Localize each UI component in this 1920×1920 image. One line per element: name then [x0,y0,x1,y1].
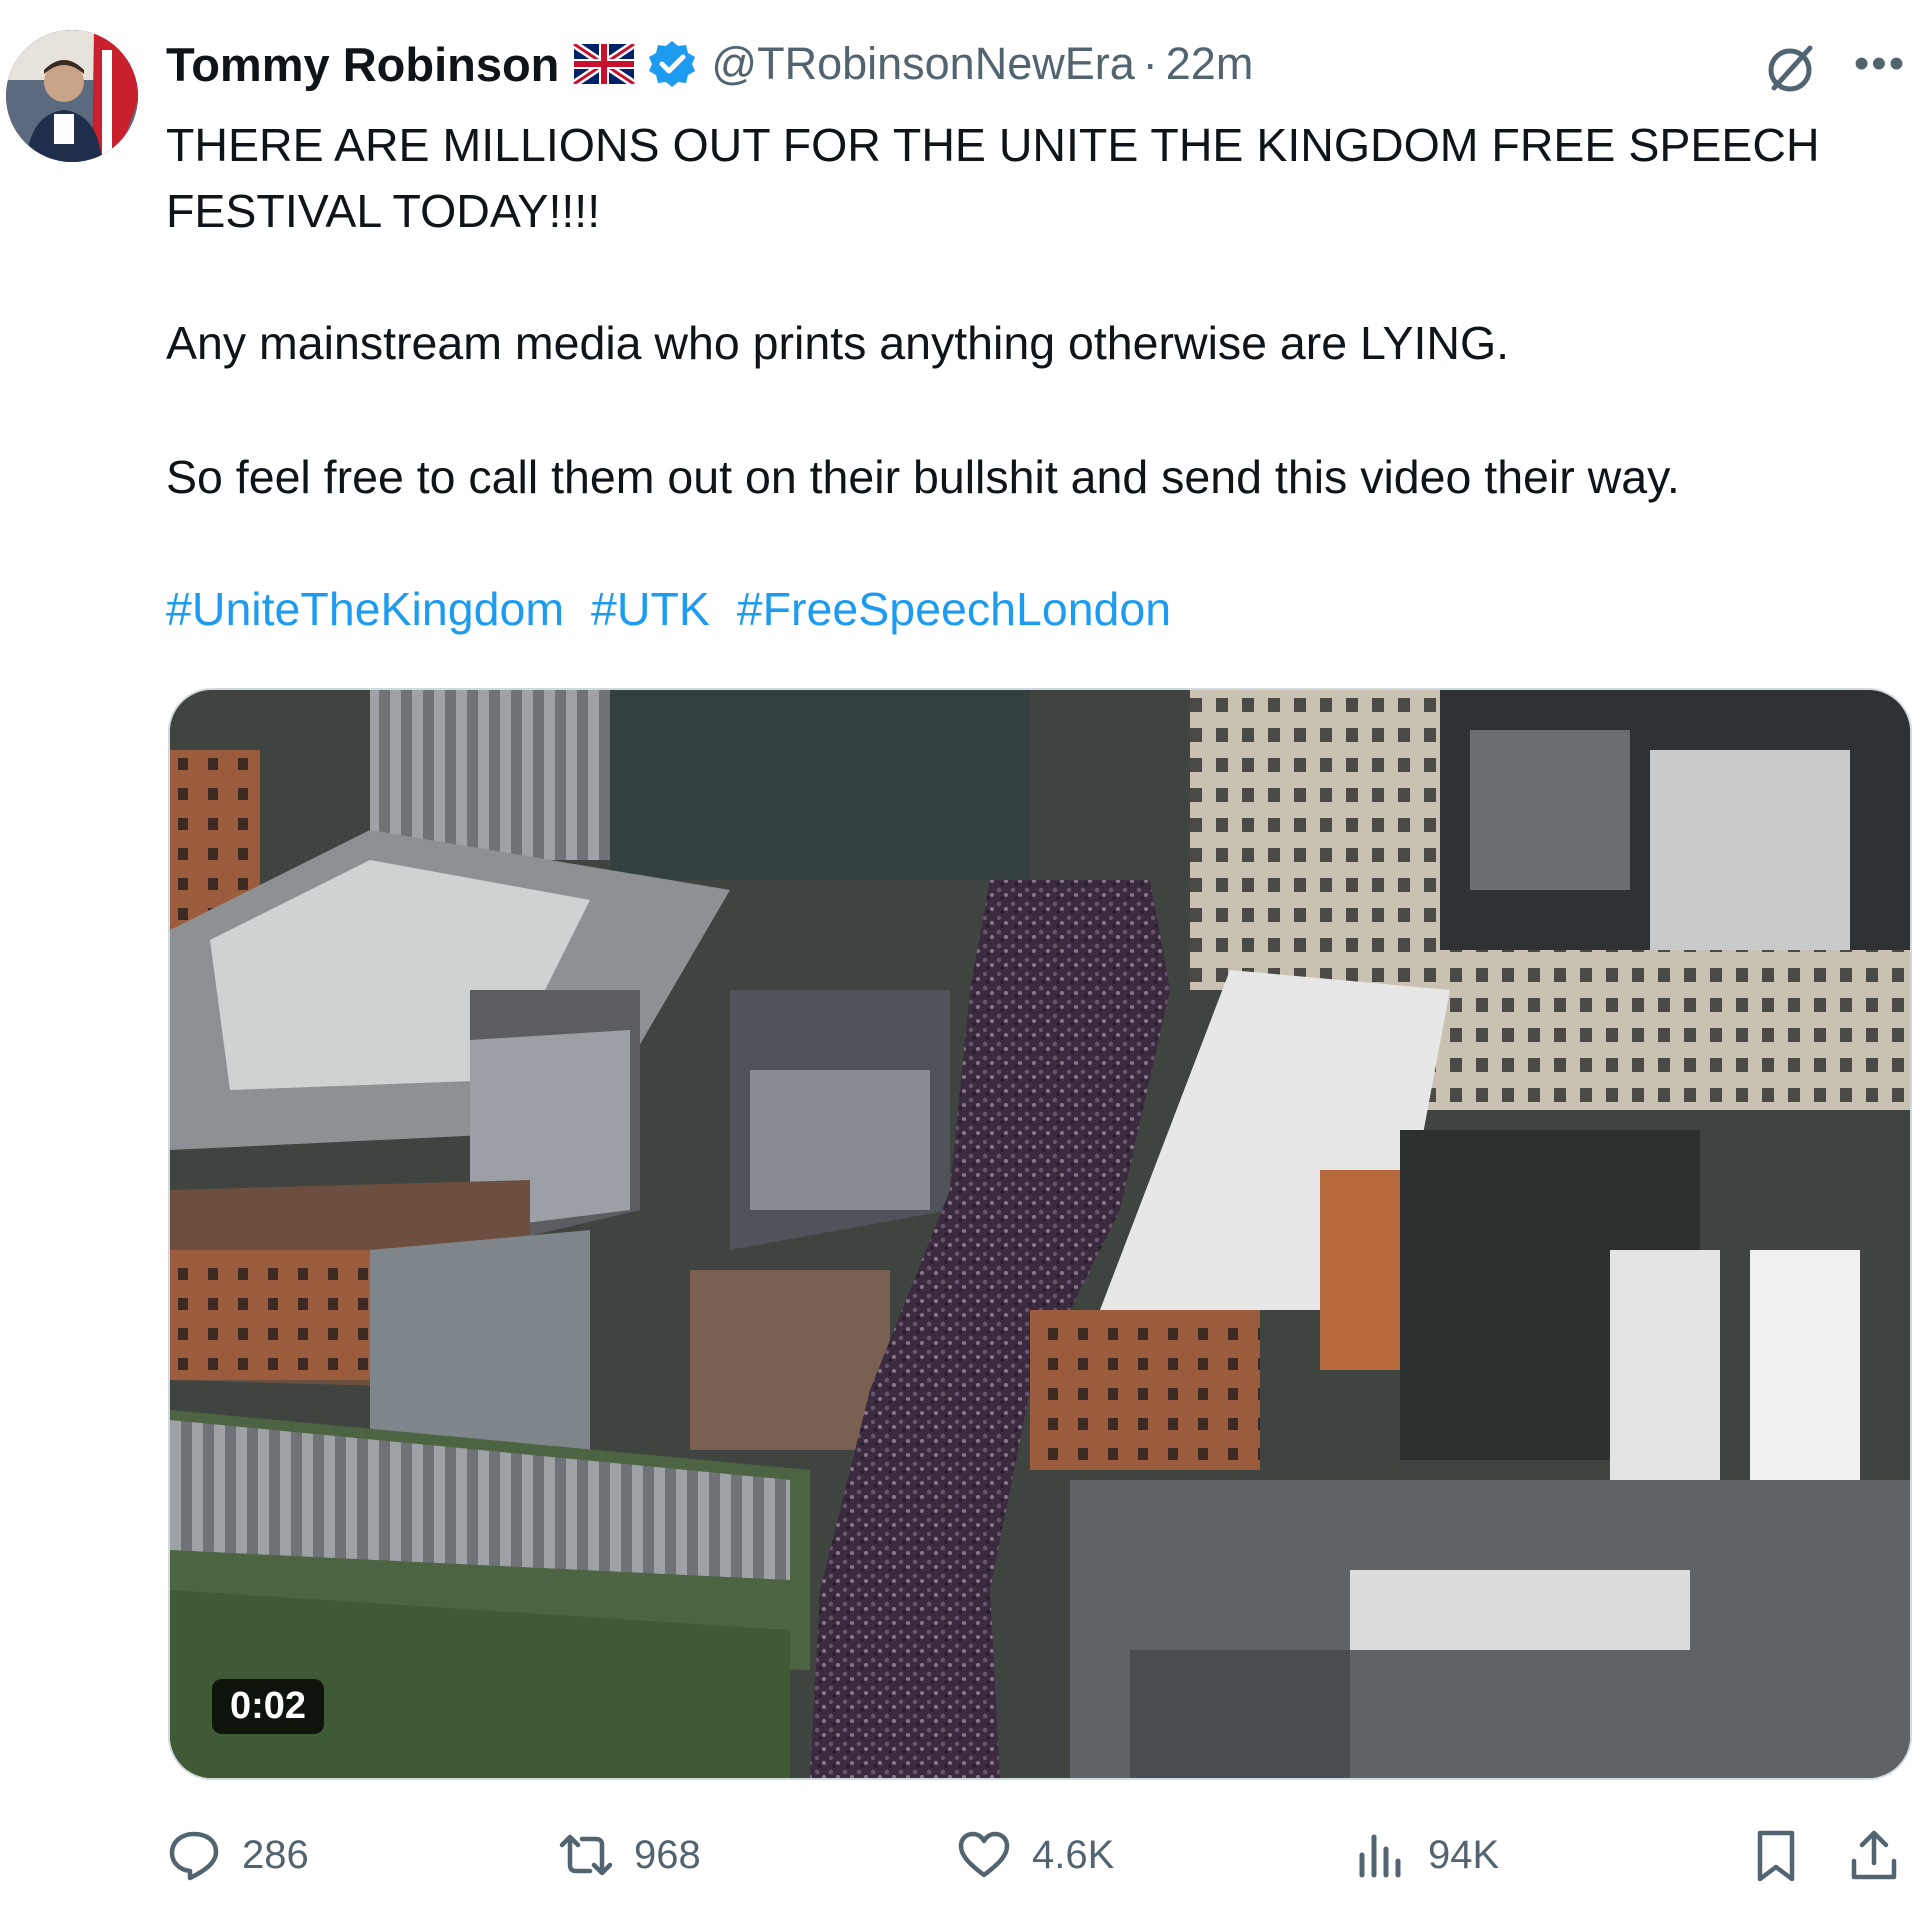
tweet-text-line: FESTIVAL TODAY!!!! [166,185,601,237]
tweet-text-line: So feel free to call them out on their b… [166,451,1680,503]
grok-icon[interactable] [1762,40,1818,96]
reply-button[interactable]: 286 [166,1818,309,1892]
tweet-text-line: THERE ARE MILLIONS OUT FOR THE UNITE THE… [166,119,1820,171]
uk-flag-icon [572,40,637,88]
hashtag-list: #UniteTheKingdom #UTK #FreeSpeechLondon [166,576,1185,642]
view-count: 94K [1428,1832,1500,1877]
tweet-text-line: Any mainstream media who prints anything… [166,317,1510,369]
heart-icon [958,1831,1010,1878]
video-duration: 0:02 [212,1679,325,1734]
reply-count: 286 [242,1832,309,1877]
separator-dot: · [1142,38,1158,89]
video-thumbnail [170,690,1910,1778]
verified-badge-icon[interactable] [647,39,697,89]
views-icon [1359,1834,1401,1878]
tweet-card[interactable]: Tommy Robinson @TRobinsonNewEra · 22m ••… [0,0,1920,1920]
like-button[interactable]: 4.6K [956,1818,1114,1892]
hashtag-link[interactable]: #UniteTheKingdom [166,583,564,635]
repost-count: 968 [634,1832,701,1877]
avatar[interactable] [6,30,138,162]
share-button[interactable] [1846,1818,1920,1892]
bookmark-button[interactable] [1748,1818,1824,1892]
more-options-icon[interactable]: ••• [1850,36,1910,92]
like-count: 4.6K [1032,1832,1115,1877]
tweet-header: Tommy Robinson @TRobinsonNewEra · 22m [166,34,1253,94]
author-name[interactable]: Tommy Robinson [166,37,559,92]
timestamp[interactable]: 22m [1166,38,1254,90]
hashtag-link[interactable]: #UTK [591,583,710,635]
repost-icon [559,1834,613,1876]
bookmark-icon [1757,1830,1795,1882]
reply-icon [169,1831,219,1881]
action-bar: 286 968 4.6K 94K [166,1818,1906,1892]
repost-button[interactable]: 968 [558,1818,701,1892]
share-icon [1851,1830,1897,1880]
video-player[interactable]: 0:02 [168,688,1912,1780]
author-handle[interactable]: @TRobinsonNewEra [711,38,1134,90]
hashtag-link[interactable]: #FreeSpeechLondon [737,583,1171,635]
views-button[interactable]: 94K [1352,1818,1499,1892]
